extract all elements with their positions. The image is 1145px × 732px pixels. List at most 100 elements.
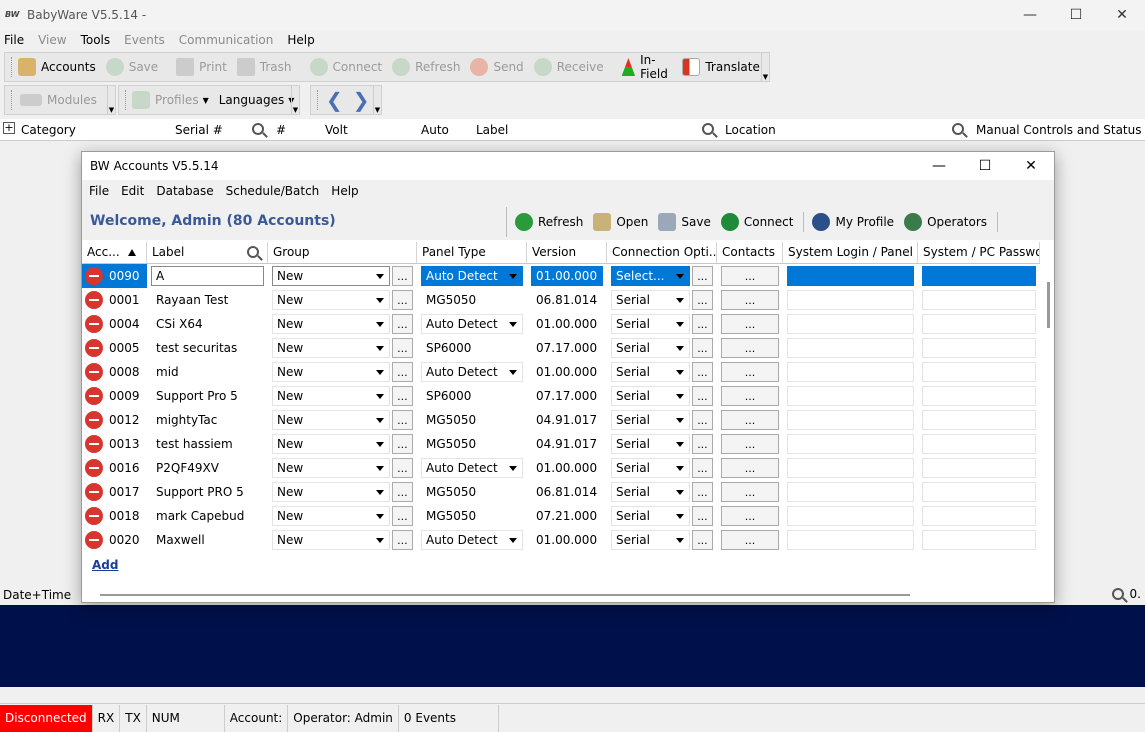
contacts-button[interactable]: ... [721,386,779,406]
panel-type-cell[interactable]: MG5050 [417,504,527,528]
panel-type-select[interactable]: Auto Detect [421,530,523,550]
contacts-button[interactable]: ... [721,362,779,382]
col-contacts-header[interactable]: Contacts [717,242,783,263]
col-system-login-header[interactable]: System Login / Panel ... [783,242,918,263]
panel-type-cell[interactable]: MG5050 [417,432,527,456]
in-field-button[interactable]: In-Field [621,53,673,81]
connection-cell[interactable]: Serial... [607,336,717,360]
connection-browse-button[interactable]: ... [691,290,713,310]
connection-browse-button[interactable]: ... [691,434,713,454]
panel-type-cell[interactable]: SP6000 [417,336,527,360]
label-input[interactable]: Support Pro 5 [151,386,264,406]
connection-select[interactable]: Serial [611,314,690,334]
label-cell[interactable]: mightyTac [147,408,268,432]
contacts-button[interactable]: ... [721,434,779,454]
system-login-input[interactable] [787,314,914,334]
group-cell[interactable]: New... [268,360,417,384]
panel-type-cell[interactable]: Auto Detect [417,456,527,480]
label-cell[interactable]: Maxwell [147,528,268,552]
system-login-cell[interactable] [783,408,918,432]
panel-type-select[interactable]: Auto Detect [421,458,523,478]
system-password-cell[interactable] [918,456,1040,480]
contacts-cell[interactable]: ... [717,360,783,384]
col-panel-type-header[interactable]: Panel Type [417,242,527,263]
system-login-input[interactable] [787,530,914,550]
system-password-cell[interactable] [918,504,1040,528]
system-password-input[interactable] [922,506,1036,526]
save-button[interactable]: Save [105,58,158,76]
label-cell[interactable]: CSi X64 [147,312,268,336]
account-cell[interactable]: 0020 [82,528,147,552]
toolbar-overflow-icon[interactable]: ▼ [291,86,299,114]
delete-account-icon[interactable] [85,267,103,285]
languages-dropdown[interactable]: Languages ▼ [219,93,295,107]
operators-button[interactable]: Operators [904,213,987,231]
connection-select[interactable]: Serial [611,410,690,430]
maximize-button[interactable]: ☐ [1053,0,1099,30]
search-icon[interactable] [1111,588,1124,600]
table-row[interactable]: 0012 mightyTac New... MG5050 04.91.017 Serial… [82,408,1040,432]
search-icon[interactable] [252,123,264,135]
system-login-cell[interactable] [783,264,918,288]
system-login-cell[interactable] [783,384,918,408]
group-select[interactable]: New [272,314,390,334]
table-row[interactable]: 0017 Support PRO 5 New... MG5050 06.81.014 Se… [82,480,1040,504]
contacts-cell[interactable]: ... [717,480,783,504]
col-connection-header[interactable]: Connection Opti... [607,242,717,263]
modules-button[interactable]: Modules [20,93,97,107]
label-cell[interactable]: Support Pro 5 [147,384,268,408]
version-input[interactable]: 04.91.017 [531,410,603,430]
connection-select[interactable]: Serial [611,458,690,478]
group-browse-button[interactable]: ... [391,338,413,358]
account-cell[interactable]: 0009 [82,384,147,408]
group-cell[interactable]: New... [268,504,417,528]
connection-browse-button[interactable]: ... [691,530,713,550]
receive-button[interactable]: Receive [533,58,604,76]
version-input[interactable]: 01.00.000 [531,530,603,550]
group-browse-button[interactable]: ... [391,386,413,406]
col-account-header[interactable]: Acc... [82,242,147,263]
table-row[interactable]: 0008 mid New... Auto Detect 01.00.000 Serial.… [82,360,1040,384]
dialog-close-button[interactable]: ✕ [1008,152,1054,180]
version-input[interactable]: 06.81.014 [531,290,603,310]
system-password-cell[interactable] [918,360,1040,384]
version-cell[interactable]: 01.00.000 [527,456,607,480]
connection-browse-button[interactable]: ... [691,482,713,502]
connect-button[interactable]: Connect [309,58,382,76]
group-select[interactable]: New [272,362,390,382]
connection-select[interactable]: Serial [611,386,690,406]
back-button[interactable]: ❮ [326,88,343,112]
delete-account-icon[interactable] [85,291,103,309]
panel-type-cell[interactable]: MG5050 [417,408,527,432]
location-column[interactable]: Location [725,123,776,137]
delete-account-icon[interactable] [85,507,103,525]
contacts-cell[interactable]: ... [717,312,783,336]
group-browse-button[interactable]: ... [391,506,413,526]
volt-column[interactable]: Volt [325,123,348,137]
expand-all-icon[interactable]: + [3,122,15,134]
panel-type-select[interactable]: Auto Detect [421,266,523,286]
contacts-button[interactable]: ... [721,410,779,430]
group-select[interactable]: New [272,290,390,310]
account-cell[interactable]: 0017 [82,480,147,504]
toolbar-overflow-icon[interactable]: ▼ [373,86,381,114]
system-login-input[interactable] [787,434,914,454]
system-login-input[interactable] [787,458,914,478]
manual-controls-column[interactable]: Manual Controls and Status [976,123,1142,137]
group-cell[interactable]: New... [268,288,417,312]
system-password-input[interactable] [922,362,1036,382]
contacts-cell[interactable]: ... [717,288,783,312]
group-select[interactable]: New [272,410,390,430]
translate-button[interactable]: Translate [682,58,760,76]
system-password-input[interactable] [922,386,1036,406]
group-cell[interactable]: New... [268,408,417,432]
contacts-cell[interactable]: ... [717,456,783,480]
label-input[interactable]: mark Capebud [151,506,264,526]
system-password-input[interactable] [922,434,1036,454]
contacts-cell[interactable]: ... [717,408,783,432]
system-login-input[interactable] [787,410,914,430]
version-cell[interactable]: 01.00.000 [527,360,607,384]
system-login-cell[interactable] [783,432,918,456]
connection-cell[interactable]: Serial... [607,288,717,312]
version-cell[interactable]: 01.00.000 [527,264,607,288]
